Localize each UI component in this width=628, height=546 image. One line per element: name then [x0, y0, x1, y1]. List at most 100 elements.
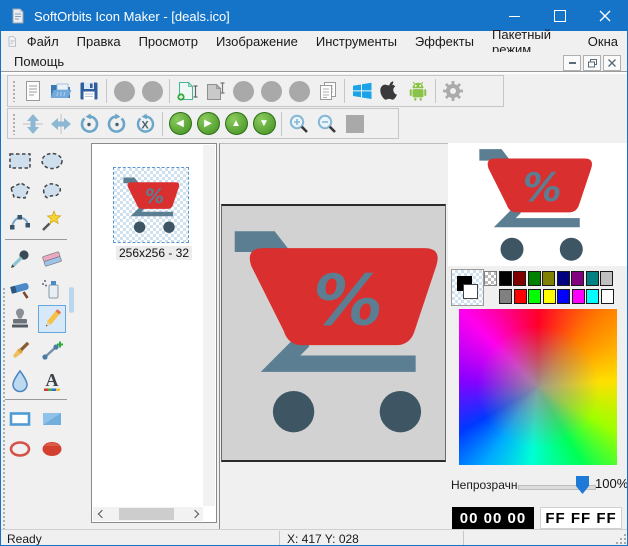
- shift-left-button[interactable]: ◀: [166, 111, 194, 137]
- tool-stamp-button[interactable]: [6, 305, 34, 333]
- save-file-button[interactable]: [75, 78, 103, 104]
- tool-ellipse-filled-button[interactable]: [38, 435, 66, 463]
- palette-swatch[interactable]: [543, 289, 556, 304]
- tool-color-picker-button[interactable]: [6, 245, 34, 273]
- menu-view[interactable]: Просмотр: [130, 32, 207, 51]
- export-android-button[interactable]: [404, 78, 432, 104]
- pages-hscrollbar[interactable]: [93, 507, 203, 521]
- new-document-button[interactable]: [19, 78, 47, 104]
- rotate-custom-button[interactable]: X: [131, 111, 159, 137]
- palette-swatch[interactable]: [513, 271, 526, 286]
- close-icon: [599, 10, 611, 22]
- scroll-left-icon[interactable]: [93, 507, 107, 521]
- foreground-hex-value[interactable]: 00 00 00: [452, 507, 534, 529]
- tool-blur-drop-button[interactable]: [6, 367, 34, 395]
- palette-swatch[interactable]: [528, 271, 541, 286]
- tool-ellipse-select-button[interactable]: [38, 147, 66, 175]
- page-thumbnail-256[interactable]: [114, 168, 188, 242]
- tool-curve-button[interactable]: [6, 207, 34, 235]
- zoom-out-button[interactable]: [313, 111, 341, 137]
- tool-text-button[interactable]: A: [38, 367, 66, 395]
- palette-swatch[interactable]: [601, 289, 614, 304]
- disabled-button-5[interactable]: [285, 78, 313, 104]
- shift-right-button[interactable]: ▶: [194, 111, 222, 137]
- tool-polyline-button[interactable]: [38, 337, 66, 365]
- rotate-ccw-button[interactable]: [75, 111, 103, 137]
- mdi-restore-button[interactable]: [583, 55, 601, 71]
- tool-paint-roller-button[interactable]: [6, 275, 34, 303]
- toolbar-grip[interactable]: [12, 80, 17, 102]
- background-hex-value[interactable]: FF FF FF: [540, 507, 622, 529]
- zoom-in-button[interactable]: [285, 111, 313, 137]
- palette-swatch[interactable]: [600, 271, 613, 286]
- tool-lasso-select-button[interactable]: [38, 177, 66, 205]
- menu-image[interactable]: Изображение: [207, 32, 307, 51]
- tool-rect-select-button[interactable]: [6, 147, 34, 175]
- menu-tools[interactable]: Инструменты: [307, 32, 406, 51]
- palette-swatch[interactable]: [499, 289, 512, 304]
- resize-image-button[interactable]: [201, 78, 229, 104]
- palette-swatch[interactable]: [586, 289, 599, 304]
- disabled-button-2[interactable]: [138, 78, 166, 104]
- toolbar-grip[interactable]: [12, 113, 17, 135]
- disabled-button-1[interactable]: [110, 78, 138, 104]
- edit-canvas[interactable]: [221, 204, 446, 462]
- tool-brush-button[interactable]: [6, 337, 34, 365]
- resize-grip[interactable]: [616, 534, 626, 544]
- disabled-icon: [233, 81, 254, 102]
- window-title: SoftOrbits Icon Maker - [deals.ico]: [34, 9, 492, 24]
- close-button[interactable]: [582, 1, 627, 31]
- mdi-minimize-button[interactable]: [563, 55, 581, 71]
- toolbar-separator: [162, 112, 163, 136]
- palette-swatch[interactable]: [514, 289, 527, 304]
- disabled-button-3[interactable]: [229, 78, 257, 104]
- mdi-close-button[interactable]: [603, 55, 621, 71]
- tool-spray-button[interactable]: [38, 275, 66, 303]
- palette-swatch[interactable]: [572, 289, 585, 304]
- shift-down-button[interactable]: ▼: [250, 111, 278, 137]
- settings-button[interactable]: [439, 78, 467, 104]
- menu-effects[interactable]: Эффекты: [406, 32, 483, 51]
- pages-vscrollbar[interactable]: [203, 145, 215, 506]
- menu-help[interactable]: Помощь: [5, 52, 73, 71]
- disabled-button-4[interactable]: [257, 78, 285, 104]
- menu-file[interactable]: Файл: [18, 32, 68, 51]
- opacity-slider-thumb[interactable]: [576, 474, 589, 494]
- mdi-restore-icon: [588, 59, 597, 68]
- palette-swatch[interactable]: [499, 271, 512, 286]
- hscroll-thumb[interactable]: [119, 508, 174, 520]
- cart-thumbnail-image: [121, 175, 181, 235]
- palette-swatch[interactable]: [542, 271, 555, 286]
- color-gradient-picker[interactable]: [459, 309, 617, 465]
- menu-windows[interactable]: Окна: [579, 32, 627, 51]
- menu-edit[interactable]: Правка: [68, 32, 130, 51]
- open-file-button[interactable]: [47, 78, 75, 104]
- foreground-background-colors[interactable]: [451, 269, 484, 306]
- palette-swatch[interactable]: [571, 271, 584, 286]
- tool-ellipse-outline-button[interactable]: [6, 435, 34, 463]
- android-logo-icon: [407, 80, 429, 102]
- shift-up-button[interactable]: ▲: [222, 111, 250, 137]
- export-windows-button[interactable]: [348, 78, 376, 104]
- palette-swatch[interactable]: [557, 271, 570, 286]
- tools-scrollbar[interactable]: [69, 287, 74, 313]
- palette-swatch[interactable]: [557, 289, 570, 304]
- background-color-swatch[interactable]: [463, 284, 478, 299]
- rotate-cw-button[interactable]: [103, 111, 131, 137]
- tool-magic-wand-button[interactable]: [38, 207, 66, 235]
- flip-vertical-button[interactable]: [19, 111, 47, 137]
- current-color-button[interactable]: [341, 111, 369, 137]
- tool-rect-filled-button[interactable]: [38, 405, 66, 433]
- tool-rect-outline-button[interactable]: [6, 405, 34, 433]
- page-list-button[interactable]: [313, 78, 341, 104]
- scroll-right-icon[interactable]: [189, 507, 203, 521]
- tool-pencil-button[interactable]: [38, 305, 66, 333]
- tool-eraser-button[interactable]: [38, 245, 66, 273]
- palette-swatch[interactable]: [484, 271, 497, 286]
- export-apple-button[interactable]: [376, 78, 404, 104]
- palette-swatch[interactable]: [528, 289, 541, 304]
- new-image-size-button[interactable]: [173, 78, 201, 104]
- tool-polygon-select-button[interactable]: [6, 177, 34, 205]
- palette-swatch[interactable]: [586, 271, 599, 286]
- flip-horizontal-button[interactable]: [47, 111, 75, 137]
